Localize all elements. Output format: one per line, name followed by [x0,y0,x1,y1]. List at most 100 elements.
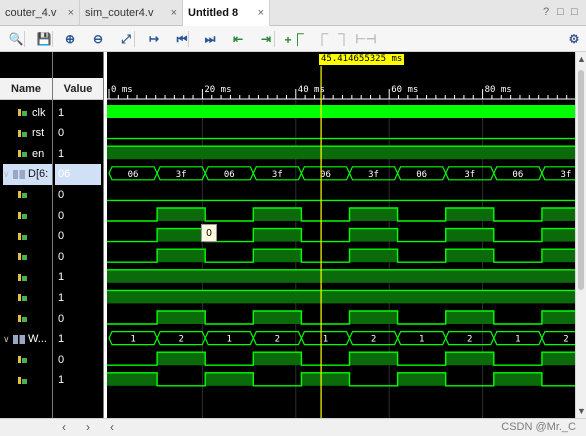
wave-high-fill [107,290,575,304]
vertical-scroll-thumb[interactable] [578,70,584,290]
signal-row-name[interactable] [18,370,52,391]
signal-row-name[interactable] [18,349,52,370]
scroll-down-icon[interactable]: ▼ [577,406,586,416]
tab-close-icon[interactable]: × [258,7,264,19]
wave-high-fill [253,228,302,242]
previous-marker-icon[interactable]: ⎾ [312,29,332,49]
bit-signal-icon [18,273,28,282]
zoom-in-icon[interactable]: ⊕ [60,29,80,49]
wave-high-fill [157,249,206,263]
maximize-icon[interactable]: □ [571,6,578,18]
tab-label: sim_couter4.v [85,7,154,19]
toolbar-separator [134,31,135,47]
signal-row-name[interactable]: rst [18,123,52,144]
gear-icon[interactable]: ⚙ [564,29,584,49]
bus-signal-icon [13,334,25,344]
bit-signal-icon [18,190,28,199]
expand-chevron-icon[interactable]: ∨ [3,334,11,345]
previous-transition-icon[interactable]: ⇤ [228,29,248,49]
signal-row-name[interactable] [18,226,52,247]
scroll-up-icon[interactable]: ▲ [577,54,586,64]
bus-value-label: 2 [563,335,568,345]
signal-value: 1 [58,147,65,160]
wave-high-fill [157,311,206,324]
signal-value: 0 [58,312,65,325]
waveform-pane[interactable]: 063f063f063f063f063f063f063f063f063f0612… [107,52,575,418]
go-to-end-icon[interactable]: ⏭ [200,29,220,49]
next-transition-icon[interactable]: ⇥ [256,29,276,49]
ruler-label: 0 ms [111,85,133,95]
wave-high-fill [349,228,398,242]
signal-row-name[interactable] [18,267,52,288]
signal-row-name[interactable] [18,246,52,267]
tab-close-icon[interactable]: × [171,7,177,19]
add-marker-icon[interactable]: +⎾ [284,29,304,49]
search-icon[interactable]: 🔍 [6,29,26,49]
bus-value-label: 06 [416,170,427,180]
bus-segment [541,331,575,346]
bit-signal-icon [18,211,28,220]
wave-splitter[interactable] [103,52,104,418]
signal-value: 06 [55,163,101,185]
horizontal-scrollbar[interactable]: ‹ › ‹ CSDN @Mr._C [0,418,586,436]
scroll-right-icon[interactable]: › [86,420,90,434]
bus-value-label: 3f [561,170,572,180]
tab-couter-4-v[interactable]: couter_4.v × [0,0,80,26]
tab-label: Untitled 8 [188,6,239,19]
waveform-canvas[interactable]: 063f063f063f063f063f063f063f063f063f0612… [107,52,575,418]
wave-high-fill [445,249,494,263]
bus-value-label: 1 [419,335,424,345]
signal-row-name[interactable]: ∨ D[6: [3,163,52,185]
bit-signal-icon [18,293,28,302]
expand-chevron-icon[interactable]: ∨ [3,169,11,180]
vertical-scrollbar[interactable]: ▲ ▼ [575,52,586,418]
next-marker-icon[interactable]: ⏋ [334,29,354,49]
signal-row-name[interactable] [18,205,52,226]
go-to-cursor-icon[interactable]: ↦ [144,29,164,49]
wave-scroll-left-icon[interactable]: ‹ [110,420,114,434]
bus-value-label: 2 [467,335,472,345]
restore-icon[interactable]: □ [557,6,564,18]
wave-high-fill [541,249,575,263]
toolbar-separator [52,31,53,47]
value-tooltip: 0 [201,224,217,242]
swap-cursors-icon[interactable]: ⊢⊣ [356,29,377,49]
wave-high-fill [157,208,206,221]
bus-value-label: 3f [272,170,283,180]
signal-row-name[interactable] [18,308,52,329]
bit-signal-icon [18,355,28,364]
zoom-out-icon[interactable]: ⊖ [88,29,108,49]
cursor-time-label: 45.414655325 ms [319,54,405,65]
bus-value-label: 2 [275,335,280,345]
scroll-left-icon[interactable]: ‹ [62,420,66,434]
zoom-fit-icon[interactable]: ⤢ [116,29,136,49]
wave-high-fill [253,311,302,324]
waveform-toolbar: 🔍 💾 ⊕ ⊖ ⤢ ↦ ⏮ ⏭ ⇤ ⇥ +⎾ ⎾ ⏋ ⊢⊣ ⚙ [0,26,586,52]
tab-untitled-8[interactable]: Untitled 8 × [183,0,270,27]
name-column-header[interactable]: Name [0,78,52,100]
save-icon[interactable]: 💾 [34,29,54,49]
signal-row-name[interactable]: ∨ W... [3,329,52,350]
value-pane: Value 1 0 1 06 0 0 0 0 1 1 0 1 0 1 [53,52,103,418]
signal-name: en [32,147,45,160]
wave-high-fill [253,208,302,221]
signal-row-name[interactable]: clk [18,102,52,123]
wave-high-fill [107,269,575,283]
help-icon[interactable]: ? [543,6,549,18]
signal-row-name[interactable] [18,287,52,308]
bus-value-label: 06 [224,170,235,180]
tab-close-icon[interactable]: × [68,7,74,19]
name-pane-spacer [0,52,52,78]
tab-sim-couter4-v[interactable]: sim_couter4.v × [80,0,183,26]
ruler-label: 40 ms [298,85,325,95]
bus-value-label: 1 [323,335,328,345]
signal-name: clk [32,106,46,119]
signal-row-name[interactable]: en [18,143,52,164]
signal-row-name[interactable] [18,184,52,205]
value-column-header[interactable]: Value [53,78,103,100]
editor-tab-bar: couter_4.v × sim_couter4.v × Untitled 8 … [0,0,586,27]
wave-high-fill [107,146,575,160]
go-to-start-icon[interactable]: ⏮ [172,29,192,49]
signal-value: 1 [58,374,65,387]
wave-high-fill [349,352,398,366]
